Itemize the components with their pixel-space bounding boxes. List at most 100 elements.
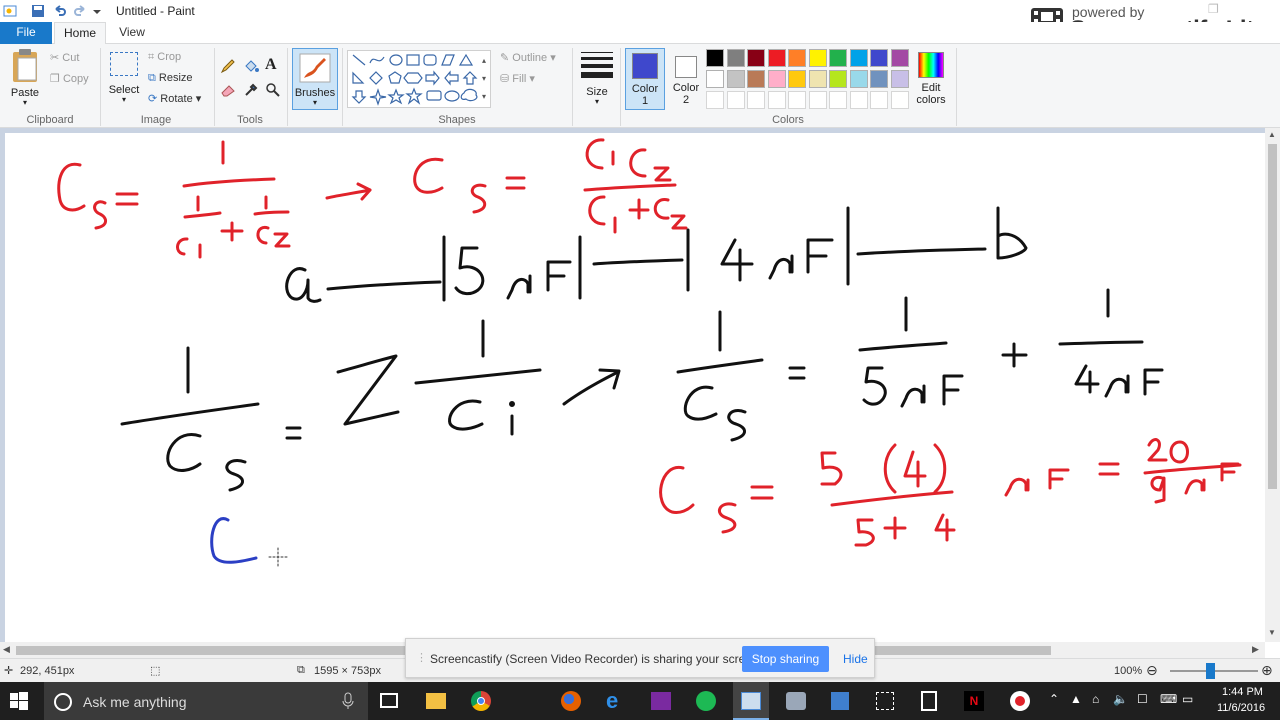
palette-swatch[interactable]	[767, 49, 786, 67]
palette-swatch[interactable]	[706, 70, 724, 88]
palette-swatch[interactable]	[808, 70, 827, 88]
calculator-icon[interactable]	[921, 691, 937, 711]
zoom-out-icon[interactable]: ⊖	[1146, 662, 1158, 679]
select-dropdown-icon[interactable]: ▾	[106, 96, 142, 104]
microphone-icon[interactable]	[342, 692, 354, 710]
palette-swatch[interactable]	[890, 49, 909, 67]
tab-view[interactable]: View	[110, 22, 154, 44]
shapes-scroll[interactable]: ▴ ▾ ▾	[482, 52, 486, 106]
show-hidden-icons-icon[interactable]: ⌃	[1049, 692, 1059, 706]
palette-swatch[interactable]	[870, 49, 888, 67]
palette-swatch[interactable]	[706, 49, 724, 67]
network-icon[interactable]: ⌂	[1092, 692, 1099, 706]
tab-home[interactable]: Home	[54, 22, 106, 45]
pencil-tool[interactable]	[220, 58, 236, 77]
restore-window-button[interactable]: ❐	[1208, 2, 1219, 16]
tab-file[interactable]: File	[0, 22, 52, 44]
brushes-dropdown-icon[interactable]: ▾	[293, 99, 337, 107]
palette-swatch[interactable]	[788, 49, 806, 67]
palette-swatch[interactable]	[890, 70, 909, 88]
palette-swatch[interactable]	[788, 70, 806, 88]
action-center-icon[interactable]: ☐	[1137, 692, 1148, 706]
drawing-canvas[interactable]	[5, 133, 1265, 642]
palette-swatch[interactable]	[849, 49, 868, 67]
search-box[interactable]: Ask me anything	[44, 682, 368, 720]
video-editor-icon[interactable]	[651, 692, 671, 710]
color1-button[interactable]: Color 1	[625, 48, 665, 110]
shapes-gallery[interactable]	[347, 50, 491, 108]
start-button[interactable]	[10, 692, 28, 713]
palette-swatch[interactable]	[829, 70, 847, 88]
palette-swatch[interactable]	[726, 91, 745, 109]
undo-icon[interactable]	[52, 3, 68, 19]
zoom-in-icon[interactable]: ⊕	[1261, 662, 1273, 679]
magnifier-tool[interactable]	[265, 82, 281, 101]
text-tool[interactable]: A	[265, 56, 277, 74]
scroll-up-arrow-icon[interactable]: ▲	[1268, 130, 1276, 139]
app-icon-8[interactable]	[786, 692, 806, 710]
stop-sharing-button[interactable]: Stop sharing	[742, 646, 829, 672]
palette-swatch[interactable]	[890, 91, 909, 109]
paste-button[interactable]: Paste ▾	[6, 48, 44, 110]
palette-swatch[interactable]	[726, 49, 745, 67]
scroll-left-arrow-icon[interactable]: ◀	[3, 644, 10, 655]
palette-swatch[interactable]	[829, 91, 847, 109]
rotate-button[interactable]: ⟳ Rotate ▾	[148, 92, 201, 105]
resize-button[interactable]: ⧉ Resize	[148, 72, 193, 85]
app-icon-9[interactable]	[831, 692, 849, 710]
task-view-icon[interactable]	[380, 693, 398, 708]
palette-swatch[interactable]	[706, 91, 724, 109]
paint-taskbar-icon[interactable]	[733, 682, 769, 720]
fill-tool[interactable]	[243, 58, 259, 77]
app-icon-10[interactable]	[876, 692, 894, 710]
palette-swatch[interactable]	[849, 70, 868, 88]
palette-swatch[interactable]	[767, 91, 786, 109]
palette-swatch[interactable]	[808, 91, 827, 109]
palette-swatch[interactable]	[788, 91, 806, 109]
clock-date[interactable]: 11/6/2016	[1217, 702, 1265, 714]
firefox-icon[interactable]	[561, 691, 581, 711]
spotify-icon[interactable]	[696, 691, 716, 711]
palette-swatch[interactable]	[829, 49, 847, 67]
palette-swatch[interactable]	[747, 91, 765, 109]
record-icon[interactable]	[1010, 691, 1030, 711]
hide-button[interactable]: Hide	[843, 652, 868, 666]
scroll-right-arrow-icon[interactable]: ▶	[1252, 644, 1259, 655]
paste-dropdown-icon[interactable]: ▾	[6, 99, 44, 107]
copy-button[interactable]: ❐ Copy	[50, 72, 89, 85]
redo-icon[interactable]	[72, 3, 88, 19]
fill-button[interactable]: ⛁ Fill ▾	[500, 72, 535, 85]
customize-quick-access-icon[interactable]	[92, 3, 108, 19]
color2-button[interactable]: Color 2	[668, 48, 704, 110]
palette-swatch[interactable]	[726, 70, 745, 88]
palette-swatch[interactable]	[870, 70, 888, 88]
cut-button[interactable]: ✂ Cut	[50, 51, 79, 64]
edit-colors-button[interactable]: Edit colors	[912, 48, 950, 110]
notifications-icon[interactable]: ▭	[1182, 692, 1193, 706]
palette-swatch[interactable]	[808, 49, 827, 67]
crop-button[interactable]: ⌗ Crop	[148, 51, 181, 64]
color-picker-tool[interactable]	[243, 82, 259, 101]
palette-swatch[interactable]	[767, 70, 786, 88]
vertical-scroll-thumb[interactable]	[1268, 144, 1277, 489]
size-dropdown-icon[interactable]: ▾	[578, 98, 616, 106]
vertical-scrollbar[interactable]: ▲ ▼	[1265, 128, 1280, 642]
palette-swatch[interactable]	[747, 70, 765, 88]
clock-time[interactable]: 1:44 PM	[1222, 686, 1263, 698]
palette-swatch[interactable]	[747, 49, 765, 67]
outline-button[interactable]: ✎ Outline ▾	[500, 51, 556, 64]
netflix-icon[interactable]: N	[964, 691, 984, 711]
scroll-down-arrow-icon[interactable]: ▼	[1268, 628, 1276, 637]
palette-swatch[interactable]	[870, 91, 888, 109]
eraser-tool[interactable]	[220, 82, 236, 101]
zoom-slider-thumb[interactable]	[1206, 663, 1215, 679]
chrome-icon[interactable]	[471, 691, 491, 711]
keyboard-icon[interactable]: ⌨	[1160, 692, 1177, 706]
file-explorer-icon[interactable]	[426, 693, 446, 709]
edge-icon[interactable]: e	[606, 688, 618, 714]
palette-swatch[interactable]	[849, 91, 868, 109]
drive-sync-icon[interactable]: ▲	[1070, 692, 1082, 706]
volume-icon[interactable]: 🔈	[1113, 692, 1128, 706]
size-button[interactable]: Size ▾	[578, 50, 616, 112]
brushes-button[interactable]: Brushes ▾	[292, 48, 338, 110]
